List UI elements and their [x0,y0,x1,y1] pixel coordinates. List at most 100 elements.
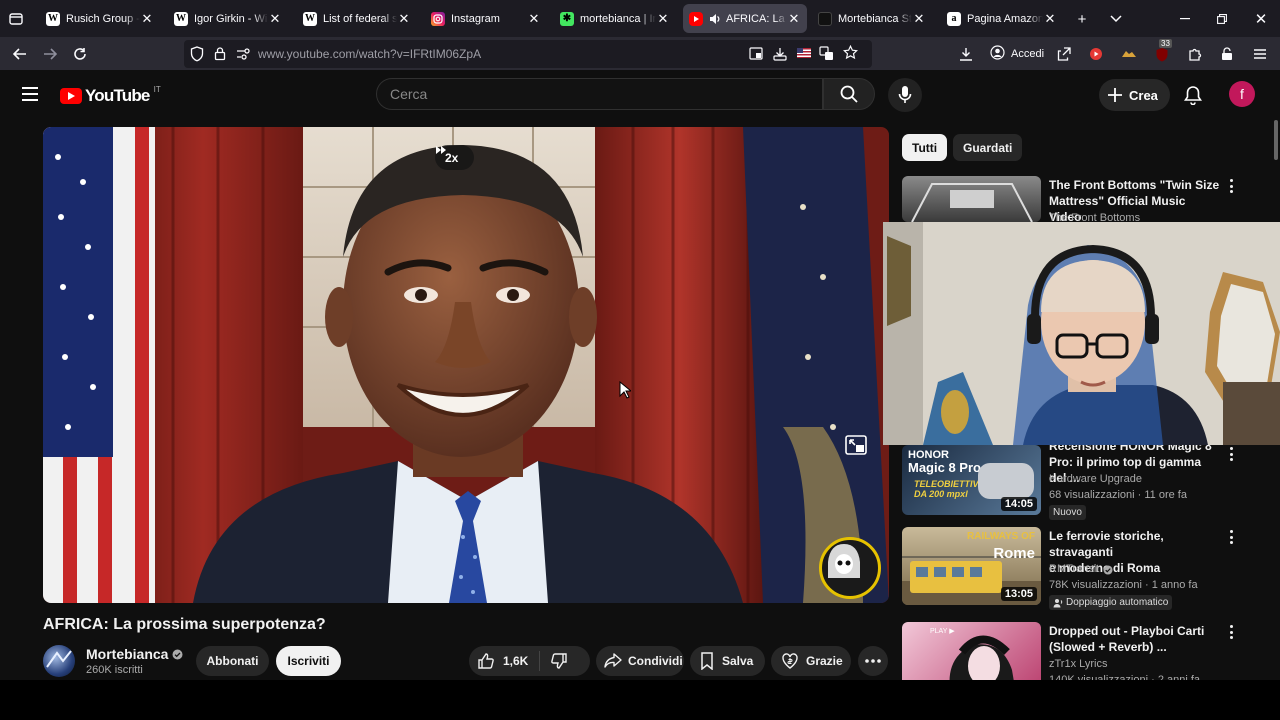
browser-tab-0[interactable]: W Rusich Group - Wi ✕ [40,4,160,33]
reload-icon[interactable] [69,43,91,65]
thumbnail-text: DA 200 mpxl [914,489,968,499]
close-tab-icon[interactable]: ✕ [140,11,154,27]
minimize-icon[interactable] [1175,9,1195,29]
subscribe-button[interactable]: Iscriviti [276,646,341,676]
browser-tab-6[interactable]: Mortebianca Store ✕ [812,4,932,33]
browser-tab-7[interactable]: a Pagina Amazon di ✕ [941,4,1063,33]
search-input[interactable] [377,79,822,109]
video-player[interactable]: 2x [43,127,889,603]
related-video-channel[interactable]: zTr1x Lyrics [1049,657,1107,672]
save-label: Salva [722,654,754,668]
save-page-icon[interactable] [773,47,787,66]
tab-label: Pagina Amazon di [967,12,1043,25]
badge-label: Doppiaggio automatico [1066,597,1169,608]
user-avatar[interactable]: f [1229,81,1255,107]
related-video-channel[interactable]: Hardware Upgrade [1049,472,1142,487]
related-video-title[interactable]: Dropped out - Playboi Carti (Slowed + Re… [1049,623,1221,655]
wikipedia-icon: W [303,11,317,26]
close-tab-icon[interactable]: ✕ [397,11,411,27]
browser-tab-1[interactable]: W Igor Girkin - Wikip ✕ [168,4,288,33]
chip-all[interactable]: Tutti [902,134,948,161]
share-icon [604,653,622,669]
miniplayer-icon[interactable] [845,435,867,455]
back-icon[interactable] [9,43,31,65]
voice-search-button[interactable] [888,78,922,112]
tab-label: Igor Girkin - Wikip [194,12,268,25]
tab-overflow-chevron-icon[interactable] [1106,9,1126,29]
browser-menu-icon[interactable] [1249,43,1271,65]
close-tab-icon[interactable]: ✕ [787,11,801,27]
lock-icon[interactable] [214,46,226,66]
related-video-thumbnail[interactable] [902,176,1041,222]
like-button[interactable]: 1,6K [477,652,528,670]
related-video-channel-link[interactable]: RMTransit [1049,562,1113,577]
channel-name-link[interactable]: Mortebianca [86,646,183,662]
related-video-thumbnail[interactable]: RAILWAYS OF Rome 13:05 [902,527,1041,605]
close-tab-icon[interactable]: ✕ [527,11,541,27]
bookmark-star-icon[interactable] [842,44,859,65]
thumbs-down-icon [551,653,568,669]
account-signin-button[interactable]: Accedi [990,43,1044,65]
picture-in-picture-icon[interactable] [749,47,763,65]
close-tab-icon[interactable]: ✕ [1043,11,1057,27]
new-tab-icon[interactable]: + [1072,9,1092,29]
browser-tab-4[interactable]: ✱ mortebianca | Inst ✕ [554,4,676,33]
extension-puzzle-icon[interactable] [1184,43,1206,65]
youtube-extension-icon[interactable] [1085,43,1107,65]
chip-watched[interactable]: Guardati [953,134,1023,161]
thanks-button[interactable]: Grazie [771,646,851,676]
close-tab-icon[interactable]: ✕ [268,11,282,27]
thumbnail-text: Rome [993,545,1035,562]
permissions-icon[interactable] [236,47,250,66]
speaker-icon[interactable] [709,13,721,25]
channel-avatar[interactable] [43,645,75,677]
related-video-meta: 68 visualizzazioni · 11 ore fa [1049,489,1187,501]
tab-list-icon[interactable] [6,9,26,29]
create-button[interactable]: Crea [1099,79,1170,111]
forward-icon[interactable] [39,43,61,65]
badge-label: Nuovo [1053,507,1082,518]
us-flag-icon[interactable] [797,48,811,58]
url-bar[interactable]: www.youtube.com/watch?v=IFRtIM06ZpA [184,40,872,68]
browser-tab-2[interactable]: W List of federal subj ✕ [297,4,417,33]
extension-sneaker-icon[interactable] [1118,43,1140,65]
like-count: 1,6K [503,654,529,668]
url-text[interactable]: www.youtube.com/watch?v=IFRtIM06ZpA [258,47,481,61]
video-menu-icon[interactable] [1226,528,1236,546]
extension-lock-icon[interactable] [1216,43,1238,65]
search-button[interactable] [823,78,875,110]
related-video-thumbnail[interactable]: HONOR Magic 8 Pro TELEOBIETTIVO DA 200 m… [902,445,1041,515]
downloads-icon[interactable] [955,43,977,65]
extension-badge-count: 33 [1159,39,1172,48]
thumbs-up-icon [478,653,494,669]
share-button[interactable]: Condividi [596,646,684,676]
ublock-extension-icon[interactable]: 33 [1151,39,1173,65]
close-tab-icon[interactable]: ✕ [656,11,670,27]
browser-tab-3[interactable]: Instagram ✕ [425,4,547,33]
browser-tab-5[interactable]: AFRICA: La pr ✕ [683,4,807,33]
translate-icon[interactable] [819,46,834,66]
mouse-cursor-icon [619,381,631,399]
join-membership-button[interactable]: Abbonati [196,646,269,676]
tab-label: List of federal subj [323,12,397,25]
restore-icon[interactable] [1212,9,1232,29]
guide-menu-icon[interactable] [20,85,40,108]
video-menu-icon[interactable] [1226,445,1236,463]
notifications-button[interactable] [1180,82,1206,108]
close-tab-icon[interactable]: ✕ [912,11,926,27]
country-code: IT [153,84,161,94]
save-button[interactable]: Salva [690,646,765,676]
tracking-shield-icon[interactable] [190,46,204,67]
extensions-share-icon[interactable] [1053,43,1075,65]
video-menu-icon[interactable] [1226,177,1236,195]
more-actions-button[interactable] [858,646,888,676]
channel-watermark[interactable] [819,537,881,599]
youtube-logo[interactable]: YouTube IT [60,84,161,106]
account-icon [990,45,1005,63]
dislike-button[interactable] [550,652,568,670]
video-menu-icon[interactable] [1226,623,1236,641]
page-scrollbar[interactable] [1274,120,1278,160]
verified-badge-icon [1103,564,1113,575]
related-video-channel: RMTransit [1049,563,1100,575]
close-window-icon[interactable]: ✕ [1251,9,1271,29]
